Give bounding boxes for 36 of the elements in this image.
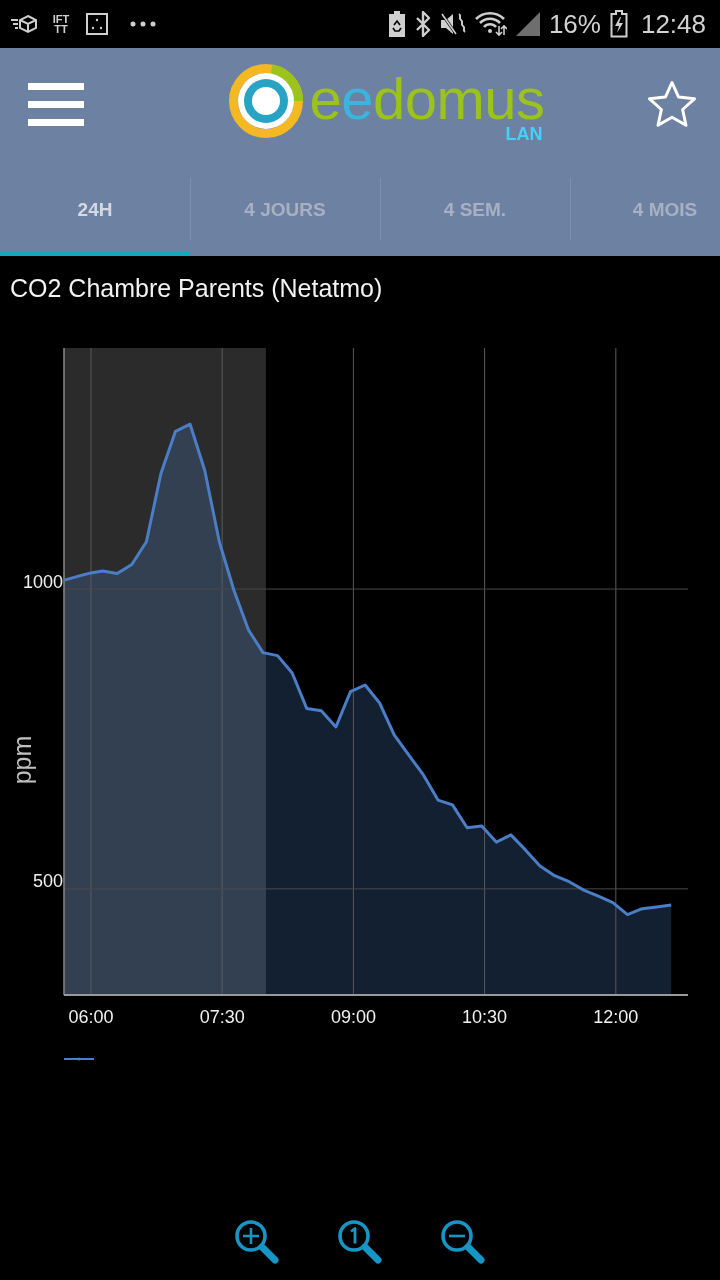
period-tab[interactable]: 24H bbox=[0, 176, 190, 256]
period-tab[interactable]: 4 SEM. bbox=[380, 176, 570, 256]
axis-tick-label: 10:30 bbox=[462, 1007, 508, 1027]
axis-tick-label: 12:00 bbox=[593, 1007, 639, 1027]
axis-tick-label: 500 bbox=[32, 871, 63, 892]
menu-button[interactable] bbox=[28, 82, 84, 126]
signal-icon bbox=[515, 12, 540, 36]
axis-title: ppm bbox=[8, 735, 36, 785]
axis-tick-label: 09:00 bbox=[330, 1007, 376, 1027]
axis-tick-label: 1000 bbox=[22, 571, 63, 592]
chart-title: CO2 Chambre Parents (Netatmo) bbox=[10, 273, 383, 303]
muted-speaker-icon bbox=[439, 11, 466, 37]
battery-charging-icon bbox=[609, 10, 628, 38]
battery-percentage: 16% bbox=[548, 11, 601, 37]
star-icon bbox=[647, 80, 697, 128]
favorite-button[interactable] bbox=[646, 79, 698, 129]
axis-tick-label: 06:00 bbox=[68, 1007, 114, 1027]
logo-subtitle: LAN bbox=[505, 125, 543, 143]
zoom-reset-icon bbox=[337, 1219, 383, 1265]
dotted-square-icon bbox=[86, 13, 108, 35]
app-notification-label: IFT TT bbox=[51, 14, 71, 34]
cube-notification-icon bbox=[10, 14, 38, 34]
zoom-out-icon bbox=[440, 1219, 486, 1265]
legend-line-icon bbox=[63, 1057, 95, 1061]
wifi-icon bbox=[474, 11, 507, 37]
zoom-in-icon bbox=[234, 1219, 280, 1265]
clock-time: 12:48 bbox=[640, 11, 706, 37]
ring-logo-icon bbox=[229, 64, 304, 138]
period-tab[interactable]: 4 MOIS bbox=[570, 176, 720, 256]
more-dots-icon bbox=[130, 21, 156, 27]
menu-icon bbox=[28, 82, 84, 126]
bluetooth-icon bbox=[414, 11, 431, 37]
logo-wordmark: eedomus bbox=[309, 73, 545, 125]
axis-tick-label: 07:30 bbox=[199, 1007, 245, 1027]
period-tab[interactable]: 4 JOURS bbox=[190, 176, 380, 256]
battery-icon bbox=[387, 11, 406, 37]
